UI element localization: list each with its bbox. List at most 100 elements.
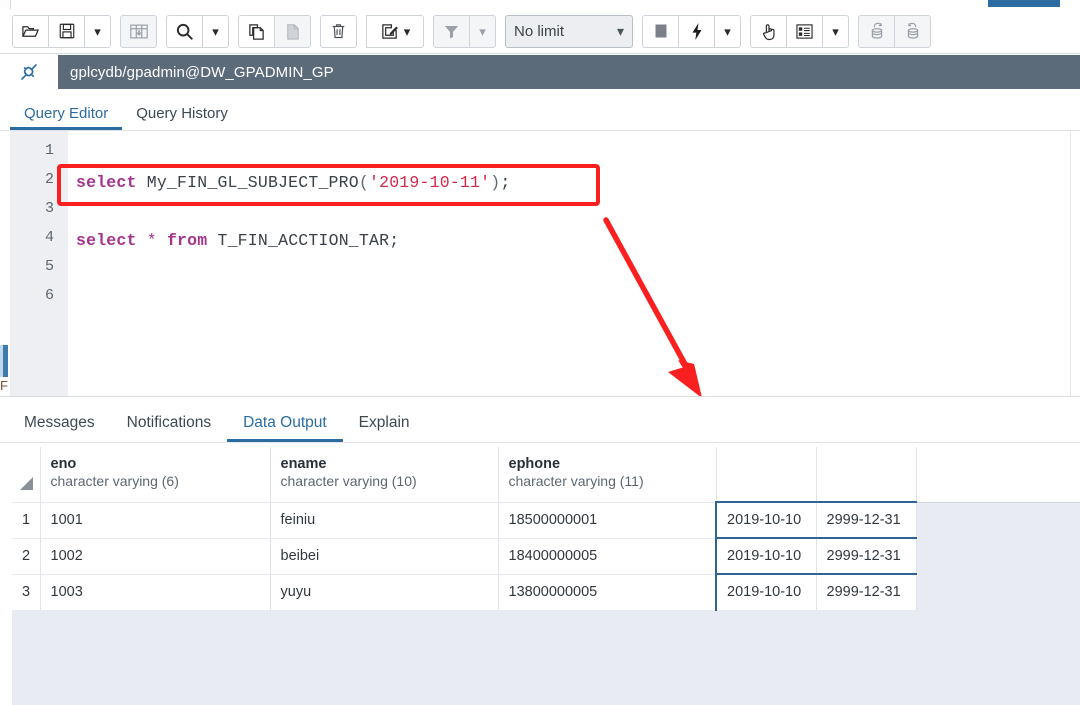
- rollback-button[interactable]: [894, 14, 931, 48]
- stop-query-button[interactable]: [642, 14, 679, 48]
- lightning-bolt-icon: [691, 22, 702, 40]
- cell-ename[interactable]: feiniu: [270, 502, 499, 539]
- code-token: ;: [500, 173, 511, 192]
- cell-ephone[interactable]: 18400000005: [498, 538, 717, 575]
- results-panel: Messages Notifications Data Output Expla…: [0, 396, 1080, 705]
- table-row[interactable]: 3 1003 yuyu 13800000005 2019-10-10 2999-…: [12, 573, 917, 611]
- chevron-down-icon: ▾: [94, 23, 101, 39]
- cell-edate[interactable]: 2999-12-31: [816, 537, 917, 575]
- line-number-gutter: 1 2 3 4 5 6: [10, 131, 68, 396]
- line-number: 2: [44, 171, 54, 188]
- code-token: select: [76, 173, 137, 192]
- tab-query-history[interactable]: Query History: [122, 105, 242, 130]
- copy-button[interactable]: [238, 14, 275, 48]
- toolbar-group-execute: ▾: [642, 14, 741, 48]
- execute-dropdown-button[interactable]: ▾: [714, 14, 741, 48]
- execute-query-button[interactable]: [678, 14, 715, 48]
- select-all-corner-cell[interactable]: [12, 447, 41, 503]
- edit-button[interactable]: ▾: [366, 14, 424, 48]
- column-header-ephone[interactable]: ephone character varying (11): [498, 447, 717, 503]
- search-icon: [176, 23, 193, 40]
- column-name: ename: [280, 456, 327, 472]
- tab-notifications[interactable]: Notifications: [111, 414, 227, 442]
- cell-sdate[interactable]: 2019-10-10: [715, 573, 817, 611]
- column-header-edate[interactable]: edate date: [816, 447, 917, 503]
- cell-ename[interactable]: yuyu: [270, 574, 499, 611]
- toolbar-group-delete: [320, 14, 357, 48]
- database-redo-icon: [871, 22, 882, 39]
- connection-icon-box: [0, 55, 58, 89]
- column-header-ename[interactable]: ename character varying (10): [270, 447, 499, 503]
- row-limit-value: No limit: [514, 22, 565, 40]
- database-undo-icon: [907, 22, 918, 39]
- row-limit-select[interactable]: No limit ▾: [505, 14, 633, 48]
- cell-sdate[interactable]: 2019-10-10: [715, 501, 817, 539]
- paste-button[interactable]: [274, 14, 311, 48]
- table-row[interactable]: 1 1001 feiniu 18500000001 2019-10-10 299…: [12, 501, 917, 539]
- delete-row-button[interactable]: [320, 14, 357, 48]
- cell-ephone[interactable]: 18500000001: [498, 502, 717, 539]
- explain-dropdown-button[interactable]: ▾: [822, 14, 849, 48]
- column-type: character varying (11): [508, 473, 644, 489]
- grid-header-right-filler: [950, 447, 1080, 503]
- plug-connection-icon: [21, 64, 37, 80]
- table-row[interactable]: 2 1002 beibei 18400000005 2019-10-10 299…: [12, 537, 917, 575]
- filter-button[interactable]: [433, 14, 470, 48]
- chevron-down-icon: ▾: [724, 23, 731, 39]
- tab-explain[interactable]: Explain: [343, 414, 426, 442]
- window-left-nub: [0, 0, 11, 9]
- download-csv-button[interactable]: [120, 14, 157, 48]
- chevron-down-icon: ▾: [403, 23, 411, 39]
- cell-ename[interactable]: beibei: [270, 538, 499, 575]
- tab-query-editor[interactable]: Query Editor: [10, 105, 123, 130]
- paste-icon: [287, 23, 299, 40]
- cell-edate[interactable]: 2999-12-31: [816, 501, 917, 539]
- toolbar-group-find: ▾: [166, 14, 229, 48]
- column-header-eno[interactable]: eno character varying (6): [40, 447, 271, 503]
- code-token: T_FIN_ACCTION_TAR: [207, 231, 390, 250]
- sql-code-editor[interactable]: 1 2 3 4 5 6 select My_FIN_GL_SUBJECT_PRO…: [10, 131, 1071, 396]
- code-token: (: [358, 173, 369, 192]
- filter-dropdown-button[interactable]: ▾: [469, 14, 496, 48]
- results-tab-bar: Messages Notifications Data Output Expla…: [0, 397, 1080, 443]
- cell-edate[interactable]: 2999-12-31: [816, 573, 917, 611]
- cell-eno[interactable]: 1003: [40, 574, 271, 611]
- adjacent-panel-selection-bar: [0, 345, 8, 377]
- window-top-strip: [0, 0, 1080, 9]
- column-header-sdate[interactable]: sdate date: [716, 447, 817, 503]
- column-type: character varying (6): [50, 473, 179, 489]
- list-panel-icon: [796, 23, 813, 39]
- code-line-2: select My_FIN_GL_SUBJECT_PRO('2019-10-11…: [76, 173, 510, 192]
- line-number: 1: [44, 142, 54, 159]
- find-dropdown-button[interactable]: ▾: [202, 14, 229, 48]
- tab-messages[interactable]: Messages: [8, 414, 111, 442]
- pencil-square-icon: [381, 23, 398, 39]
- toolbar-group-clipboard: [238, 14, 311, 48]
- adjacent-panel-glyph: F: [0, 378, 8, 392]
- copy-icon: [249, 23, 264, 40]
- data-output-grid-wrapper[interactable]: eno character varying (6) ename characte…: [12, 447, 1080, 705]
- explain-button[interactable]: [750, 14, 787, 48]
- column-type: date: [826, 473, 854, 489]
- explain-analyze-button[interactable]: [786, 14, 823, 48]
- commit-button[interactable]: [858, 14, 895, 48]
- tab-data-output[interactable]: Data Output: [227, 414, 343, 442]
- chevron-down-icon: ▾: [479, 23, 486, 39]
- chevron-down-icon: ▾: [832, 23, 839, 39]
- trash-icon: [332, 24, 345, 39]
- find-button[interactable]: [166, 14, 203, 48]
- code-token: *: [146, 231, 157, 250]
- cell-sdate[interactable]: 2019-10-10: [715, 537, 817, 575]
- save-dropdown-button[interactable]: ▾: [84, 14, 111, 48]
- cell-eno[interactable]: 1002: [40, 538, 271, 575]
- chevron-down-icon: ▾: [212, 23, 219, 39]
- download-grid-icon: [129, 24, 148, 38]
- open-file-button[interactable]: [12, 14, 49, 48]
- save-file-button[interactable]: [48, 14, 85, 48]
- active-browser-tab-indicator[interactable]: [988, 0, 1060, 7]
- stop-square-icon: [655, 24, 666, 38]
- editor-tab-bar: Query Editor Query History: [0, 89, 1080, 131]
- cell-eno[interactable]: 1001: [40, 502, 271, 539]
- cell-ephone[interactable]: 13800000005: [498, 574, 717, 611]
